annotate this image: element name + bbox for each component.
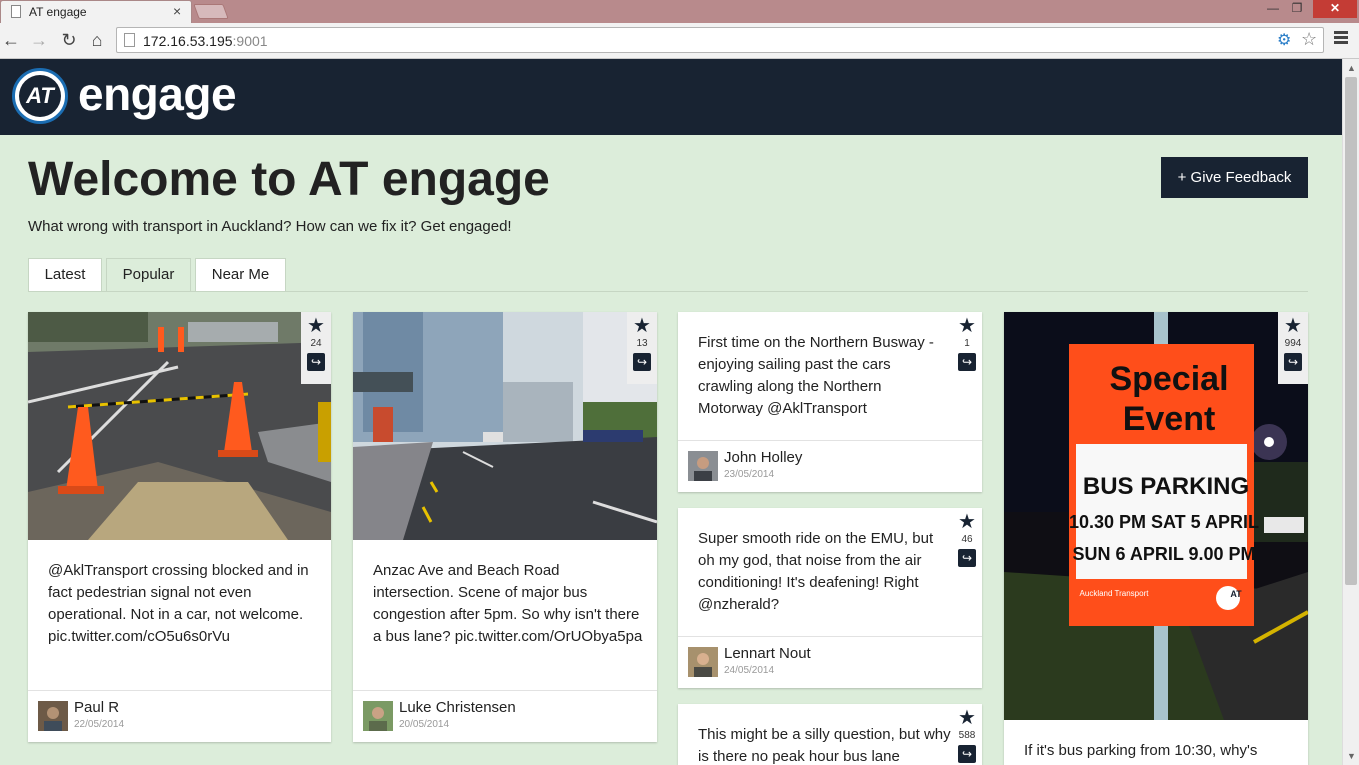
share-icon[interactable]: ↪ xyxy=(307,353,325,371)
card-photo[interactable] xyxy=(28,312,331,540)
star-icon[interactable]: ★ xyxy=(301,314,331,338)
feed-card[interactable]: AT Special Event BUS PARKING 10.30 PM SA… xyxy=(1004,312,1308,765)
star-count: 1 xyxy=(964,338,970,349)
card-text: Super smooth ride on the EMU, but oh my … xyxy=(698,530,934,613)
card-actions: ★ 1 ↪ xyxy=(952,312,982,384)
share-icon[interactable]: ↪ xyxy=(958,745,976,763)
star-icon[interactable]: ★ xyxy=(952,706,982,730)
share-icon[interactable]: ↪ xyxy=(958,353,976,371)
sign-line-3: BUS PARKING xyxy=(1083,473,1249,500)
card-actions: ★ 24 ↪ xyxy=(301,312,331,384)
tab-close-icon[interactable]: × xyxy=(173,3,181,19)
share-icon[interactable]: ↪ xyxy=(958,549,976,567)
author-name[interactable]: Luke Christensen xyxy=(399,699,516,716)
card-text: Anzac Ave and Beach Road intersection. S… xyxy=(373,562,643,645)
sign-line-5: SUN 6 APRIL 9.00 PM xyxy=(1072,544,1255,564)
card-text: @AklTransport crossing blocked and in fa… xyxy=(48,562,309,645)
browser-tab[interactable]: AT engage × xyxy=(0,0,192,23)
card-actions: ★ 13 ↪ xyxy=(627,312,657,384)
page-scrollbar[interactable]: ▲ ▼ xyxy=(1342,59,1359,765)
star-icon[interactable]: ★ xyxy=(952,510,982,534)
new-tab-button[interactable] xyxy=(193,4,229,19)
address-bar[interactable]: 172.16.53.195:9001 ⚙ ☆ xyxy=(116,27,1324,53)
sign-brand: Auckland Transport xyxy=(1080,589,1150,598)
card-author: Lennart Nout 24/05/2014 xyxy=(678,636,982,688)
card-text: If it's bus parking from 10:30, why's xyxy=(1024,742,1258,759)
card-text: First time on the Northern Busway - enjo… xyxy=(698,334,934,417)
sign-logo: AT xyxy=(1230,589,1242,599)
post-date: 24/05/2014 xyxy=(724,665,775,676)
page-icon xyxy=(124,33,135,47)
back-arrow-icon[interactable]: ← xyxy=(0,29,22,51)
avatar[interactable] xyxy=(363,701,393,731)
star-count: 24 xyxy=(310,338,322,349)
sign-line-4: 10.30 PM SAT 5 APRIL xyxy=(1069,512,1259,532)
card-actions: ★ 994 ↪ xyxy=(1278,312,1308,384)
avatar[interactable] xyxy=(38,701,68,731)
minimize-icon[interactable]: — xyxy=(1262,0,1284,18)
tab-popular[interactable]: Popular xyxy=(106,258,191,292)
sign-line-1: Special xyxy=(1109,360,1228,398)
page-title: Welcome to AT engage xyxy=(28,153,550,206)
star-count: 994 xyxy=(1284,338,1302,349)
post-date: 20/05/2014 xyxy=(399,719,450,730)
tabs-divider xyxy=(28,291,1308,292)
reload-icon[interactable]: ↻ xyxy=(58,29,80,51)
brand-name[interactable]: engage xyxy=(78,67,237,121)
card-photo[interactable]: AT Special Event BUS PARKING 10.30 PM SA… xyxy=(1004,312,1308,720)
site-header: AT engage xyxy=(0,59,1342,135)
avatar[interactable] xyxy=(688,647,718,677)
card-text: This might be a silly question, but why … xyxy=(698,726,951,765)
scroll-up-icon[interactable]: ▲ xyxy=(1347,63,1356,73)
star-icon[interactable]: ★ xyxy=(627,314,657,338)
tab-title: AT engage xyxy=(29,5,87,19)
avatar[interactable] xyxy=(688,451,718,481)
sign-line-2: Event xyxy=(1123,400,1216,438)
feed-card[interactable]: ★ 46 ↪ Super smooth ride on the EMU, but… xyxy=(678,508,982,688)
browser-menu-icon[interactable] xyxy=(1334,31,1348,46)
post-date: 22/05/2014 xyxy=(74,719,125,730)
forward-arrow-icon[interactable]: → xyxy=(28,29,50,51)
feed-card[interactable]: ★ 13 ↪ Anzac Ave and Beach Road intersec… xyxy=(353,312,657,742)
tab-latest[interactable]: Latest xyxy=(28,258,102,292)
bookmark-star-icon[interactable]: ☆ xyxy=(1301,29,1317,50)
card-author: Luke Christensen 20/05/2014 xyxy=(353,690,657,742)
author-name[interactable]: Paul R xyxy=(74,699,119,716)
url-text[interactable]: 172.16.53.195:9001 xyxy=(143,33,268,49)
star-icon[interactable]: ★ xyxy=(952,314,982,338)
home-icon[interactable]: ⌂ xyxy=(86,29,108,51)
tab-near-me[interactable]: Near Me xyxy=(195,258,286,292)
scroll-thumb[interactable] xyxy=(1345,77,1357,585)
document-icon xyxy=(11,5,21,18)
star-count: 13 xyxy=(636,338,648,349)
give-feedback-button[interactable]: + Give Feedback xyxy=(1161,157,1308,198)
author-name[interactable]: Lennart Nout xyxy=(724,645,811,662)
feed-card[interactable]: ★ 588 ↪ This might be a silly question, … xyxy=(678,704,982,765)
maximize-icon[interactable]: ❐ xyxy=(1286,0,1308,18)
page-subtitle: What wrong with transport in Auckland? H… xyxy=(28,218,512,235)
close-window-icon[interactable]: ✕ xyxy=(1313,0,1357,18)
card-author: Paul R 22/05/2014 xyxy=(28,690,331,742)
browser-titlebar: AT engage × — ❐ ✕ xyxy=(0,0,1359,23)
feed-card[interactable]: ★ 24 ↪ @AklTransport crossing blocked an… xyxy=(28,312,331,742)
star-icon[interactable]: ★ xyxy=(1278,314,1308,338)
card-photo[interactable] xyxy=(353,312,657,540)
card-author: John Holley 23/05/2014 xyxy=(678,440,982,492)
extension-icon[interactable]: ⚙ xyxy=(1277,30,1291,50)
star-count: 46 xyxy=(961,534,973,545)
card-actions: ★ 588 ↪ xyxy=(952,704,982,765)
browser-toolbar: ← → ↻ ⌂ 172.16.53.195:9001 ⚙ ☆ xyxy=(0,23,1359,59)
share-icon[interactable]: ↪ xyxy=(633,353,651,371)
card-actions: ★ 46 ↪ xyxy=(952,508,982,580)
share-icon[interactable]: ↪ xyxy=(1284,353,1302,371)
post-date: 23/05/2014 xyxy=(724,469,775,480)
author-name[interactable]: John Holley xyxy=(724,449,802,466)
scroll-down-icon[interactable]: ▼ xyxy=(1347,751,1356,761)
star-count: 588 xyxy=(958,730,976,741)
at-logo[interactable]: AT xyxy=(12,68,68,124)
feed-card[interactable]: ★ 1 ↪ First time on the Northern Busway … xyxy=(678,312,982,492)
